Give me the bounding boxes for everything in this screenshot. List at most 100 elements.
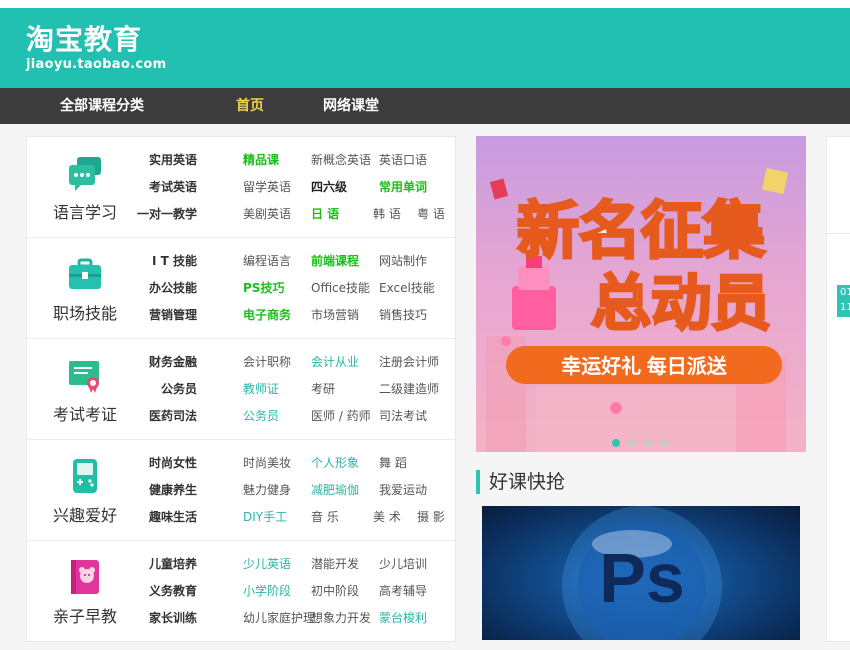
category-link[interactable]: 粤 语 bbox=[417, 203, 445, 225]
category-link[interactable]: 常用单词 bbox=[379, 176, 427, 198]
category-link[interactable]: 新概念英语 bbox=[311, 149, 371, 171]
category-link-line: I T 技能 编程语言 前端课程 网站制作 bbox=[137, 250, 447, 277]
category-subhead-link[interactable]: 办公技能 bbox=[149, 277, 197, 299]
category-link[interactable]: 个人形象 bbox=[311, 452, 359, 474]
category-link[interactable]: Excel技能 bbox=[379, 277, 435, 299]
category-subhead-link[interactable]: 儿童培养 bbox=[149, 553, 197, 575]
site-logo[interactable]: 淘宝教育 jiaoyu.taobao.com bbox=[26, 23, 167, 73]
certificate-icon bbox=[67, 357, 103, 393]
category-title[interactable]: 语言学习 bbox=[27, 199, 143, 223]
category-link[interactable]: 美 术 bbox=[373, 506, 401, 528]
nav-home[interactable]: 首页 bbox=[236, 88, 264, 124]
category-link-line: 财务金融 会计职称 会计从业 注册会计师 bbox=[137, 351, 447, 378]
category-link[interactable]: 英语口语 bbox=[379, 149, 427, 171]
category-link-line: 儿童培养 少儿英语 潜能开发 少儿培训 bbox=[137, 553, 447, 580]
category-link[interactable]: 会计从业 bbox=[311, 351, 359, 373]
category-subhead-link[interactable]: 家长训练 bbox=[149, 607, 197, 629]
nav-online-class[interactable]: 网络课堂 bbox=[323, 88, 379, 124]
category-link[interactable]: 我爱运动 bbox=[379, 479, 427, 501]
site-header: 淘宝教育 jiaoyu.taobao.com bbox=[0, 8, 850, 88]
category-links: 儿童培养 少儿英语 潜能开发 少儿培训义务教育 小学阶段 初中阶段 高考辅导家长训练 幼儿家庭… bbox=[137, 553, 447, 634]
carousel-dot-2[interactable] bbox=[628, 439, 636, 447]
category-link-line: 一对一教学 美剧英语日 语 韩 语粤 语 bbox=[137, 203, 447, 230]
category-link[interactable]: 医师 / 药师 bbox=[311, 405, 371, 427]
category-title[interactable]: 职场技能 bbox=[27, 300, 143, 324]
category-link[interactable]: 初中阶段 bbox=[311, 580, 359, 602]
category-link[interactable]: 考研 bbox=[311, 378, 335, 400]
category-subhead-link[interactable]: 考试英语 bbox=[149, 176, 197, 198]
category-row: 考试考证 财务金融 会计职称 会计从业 注册会计师公务员 教师证 考研 二级建造师医药司法 公务… bbox=[27, 339, 455, 440]
category-title[interactable]: 兴趣爱好 bbox=[27, 502, 143, 526]
logo-title: 淘宝教育 bbox=[26, 23, 143, 56]
category-subhead-link[interactable]: 一对一教学 bbox=[137, 203, 197, 225]
category-link-line: 健康养生 魅力健身 减肥瑜伽 我爱运动 bbox=[137, 479, 447, 506]
category-link[interactable]: DIY手工 bbox=[243, 506, 287, 528]
category-link[interactable]: 少儿英语 bbox=[243, 553, 291, 575]
category-subhead-link[interactable]: 实用英语 bbox=[149, 149, 197, 171]
category-link[interactable]: 小学阶段 bbox=[243, 580, 291, 602]
nav-all-categories[interactable]: 全部课程分类 bbox=[60, 88, 144, 124]
category-subhead-link[interactable]: 健康养生 bbox=[149, 479, 197, 501]
category-link[interactable]: 会计职称 bbox=[243, 351, 291, 373]
category-link[interactable]: 公务员 bbox=[243, 405, 279, 427]
category-subhead-link[interactable]: 义务教育 bbox=[149, 580, 197, 602]
category-subhead-link[interactable]: 公务员 bbox=[161, 378, 197, 400]
category-subhead-link[interactable]: 趣味生活 bbox=[149, 506, 197, 528]
category-link[interactable]: 摄 影 bbox=[417, 506, 445, 528]
category-link[interactable]: 音 乐 bbox=[311, 506, 339, 528]
category-link[interactable]: 想象力开发 bbox=[311, 607, 371, 629]
category-link[interactable]: 二级建造师 bbox=[379, 378, 439, 400]
category-link[interactable]: 高考辅导 bbox=[379, 580, 427, 602]
category-link[interactable]: 时尚美妆 bbox=[243, 452, 291, 474]
category-link[interactable]: 司法考试 bbox=[379, 405, 427, 427]
category-link[interactable]: 电子商务 bbox=[243, 304, 291, 326]
category-link[interactable]: 四六级 bbox=[311, 176, 347, 198]
category-link[interactable]: 舞 蹈 bbox=[379, 452, 407, 474]
side-tag[interactable]: 01 11 bbox=[837, 285, 850, 317]
category-link[interactable]: 市场营销 bbox=[311, 304, 359, 326]
category-subhead-link[interactable]: 医药司法 bbox=[149, 405, 197, 427]
category-link[interactable]: 精品课 bbox=[243, 149, 279, 171]
category-link[interactable]: 日 语 bbox=[311, 203, 339, 225]
category-subhead-link[interactable]: 营销管理 bbox=[149, 304, 197, 326]
category-link[interactable]: 魅力健身 bbox=[243, 479, 291, 501]
course-card-photoshop[interactable]: Ps bbox=[482, 506, 800, 640]
category-subhead-link[interactable]: I T 技能 bbox=[152, 250, 197, 272]
category-link[interactable]: 减肥瑜伽 bbox=[311, 479, 359, 501]
chat-bubble-icon bbox=[67, 155, 103, 191]
category-row: 亲子早教 儿童培养 少儿英语 潜能开发 少儿培训义务教育 小学阶段 初中阶段 高考辅导家长训练… bbox=[27, 541, 455, 642]
category-link[interactable]: 少儿培训 bbox=[379, 553, 427, 575]
carousel-dot-1[interactable] bbox=[612, 439, 620, 447]
main-nav: 全部课程分类 首页 网络课堂 bbox=[0, 88, 850, 124]
category-link[interactable]: 蒙台梭利 bbox=[379, 607, 427, 629]
promo-banner[interactable]: 新名征集 总动员 幸运好礼 每日派送 bbox=[476, 136, 806, 452]
category-link[interactable]: 幼儿家庭护理 bbox=[243, 607, 315, 629]
carousel-dot-4[interactable] bbox=[660, 439, 668, 447]
category-subhead-link[interactable]: 财务金融 bbox=[149, 351, 197, 373]
carousel-dots bbox=[612, 432, 676, 451]
category-link[interactable]: 网站制作 bbox=[379, 250, 427, 272]
category-title[interactable]: 考试考证 bbox=[27, 401, 143, 425]
category-link[interactable]: PS技巧 bbox=[243, 277, 284, 299]
category-link[interactable]: 销售技巧 bbox=[379, 304, 427, 326]
banner-line1: 新名征集 bbox=[517, 197, 765, 266]
logo-url: jiaoyu.taobao.com bbox=[26, 57, 167, 72]
category-link[interactable]: 潜能开发 bbox=[311, 553, 359, 575]
category-link[interactable]: 前端课程 bbox=[311, 250, 359, 272]
category-subhead-link[interactable]: 时尚女性 bbox=[149, 452, 197, 474]
ps-logo-text: Ps bbox=[599, 539, 685, 617]
category-link[interactable]: 教师证 bbox=[243, 378, 279, 400]
category-link[interactable]: Office技能 bbox=[311, 277, 370, 299]
category-title[interactable]: 亲子早教 bbox=[27, 603, 143, 627]
gameboy-icon bbox=[67, 458, 103, 494]
category-link[interactable]: 韩 语 bbox=[373, 203, 401, 225]
carousel-dot-3[interactable] bbox=[644, 439, 652, 447]
banner-line2: 总动员 bbox=[591, 270, 771, 337]
category-links: I T 技能 编程语言 前端课程 网站制作办公技能 PS技巧 Office技能 Excel技… bbox=[137, 250, 447, 331]
category-panel: 语言学习 实用英语 精品课 新概念英语 英语口语考试英语 留学英语 四六级 常用单词一对一教学… bbox=[26, 136, 456, 642]
category-link[interactable]: 留学英语 bbox=[243, 176, 291, 198]
category-link[interactable]: 注册会计师 bbox=[379, 351, 439, 373]
baby-book-icon bbox=[67, 559, 103, 595]
category-link[interactable]: 编程语言 bbox=[243, 250, 291, 272]
category-link[interactable]: 美剧英语 bbox=[243, 203, 291, 225]
